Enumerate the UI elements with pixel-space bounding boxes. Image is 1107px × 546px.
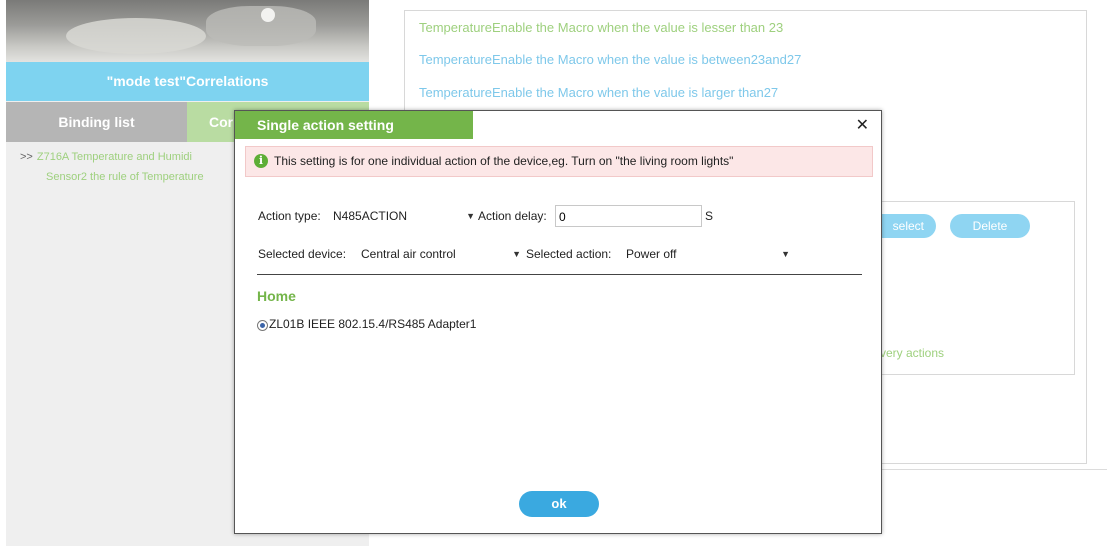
- action-type-select[interactable]: N485ACTION ▼: [331, 205, 479, 227]
- tab-binding-list[interactable]: Binding list: [6, 102, 187, 142]
- selected-device-label: Selected device:: [258, 247, 347, 261]
- dialog-title: Single action setting: [235, 111, 473, 139]
- divider: [880, 469, 1107, 470]
- selected-action-label: Selected action:: [526, 247, 612, 261]
- notice-text: This setting is for one individual actio…: [274, 154, 734, 168]
- divider: [257, 274, 862, 275]
- device-option-label[interactable]: ZL01B IEEE 802.15.4/RS485 Adapter1: [269, 317, 476, 331]
- banner-decoration: [66, 18, 206, 54]
- selected-device-select[interactable]: Central air control ▼: [359, 243, 525, 265]
- condition-option[interactable]: TemperatureEnable the Macro when the val…: [419, 85, 778, 100]
- chevron-down-icon: ▼: [466, 211, 475, 221]
- home-heading: Home: [257, 288, 296, 304]
- condition-option[interactable]: TemperatureEnable the Macro when the val…: [419, 20, 783, 35]
- info-icon: i: [254, 154, 268, 168]
- selected-device-value: Central air control: [361, 247, 456, 261]
- selected-action-select[interactable]: Power off ▼: [624, 243, 794, 265]
- delete-button[interactable]: Delete: [950, 214, 1030, 238]
- tree-item[interactable]: >> Z716A Temperature and Humidi: [20, 151, 192, 163]
- chevron-down-icon: ▼: [512, 249, 521, 259]
- single-action-dialog: Single action setting ✕ i This setting i…: [234, 110, 882, 534]
- ok-button[interactable]: ok: [519, 491, 599, 517]
- dialog-header: Single action setting ✕: [235, 111, 881, 141]
- banner-decoration: [261, 8, 275, 22]
- tree-item-label: Z716A Temperature and Humidi: [36, 151, 192, 163]
- chevron-down-icon: ▼: [781, 249, 790, 259]
- delay-unit-label: S: [705, 209, 714, 223]
- close-icon[interactable]: ✕: [856, 118, 869, 134]
- every-actions-link[interactable]: very actions: [880, 346, 944, 360]
- selected-action-value: Power off: [626, 247, 677, 261]
- action-type-value: N485ACTION: [333, 209, 408, 223]
- action-delay-input[interactable]: 0: [555, 205, 702, 227]
- correlations-title: "mode test"Correlations: [6, 62, 369, 101]
- device-radio[interactable]: [257, 320, 268, 331]
- banner-image: [6, 0, 369, 62]
- tree-arrow-icon: >>: [20, 151, 33, 163]
- action-delay-label: Action delay:: [478, 209, 547, 223]
- info-notice: i This setting is for one individual act…: [245, 146, 873, 177]
- condition-option[interactable]: TemperatureEnable the Macro when the val…: [419, 52, 801, 67]
- tree-item-sub[interactable]: Sensor2 the rule of Temperature: [46, 171, 204, 183]
- action-type-label: Action type:: [258, 209, 321, 223]
